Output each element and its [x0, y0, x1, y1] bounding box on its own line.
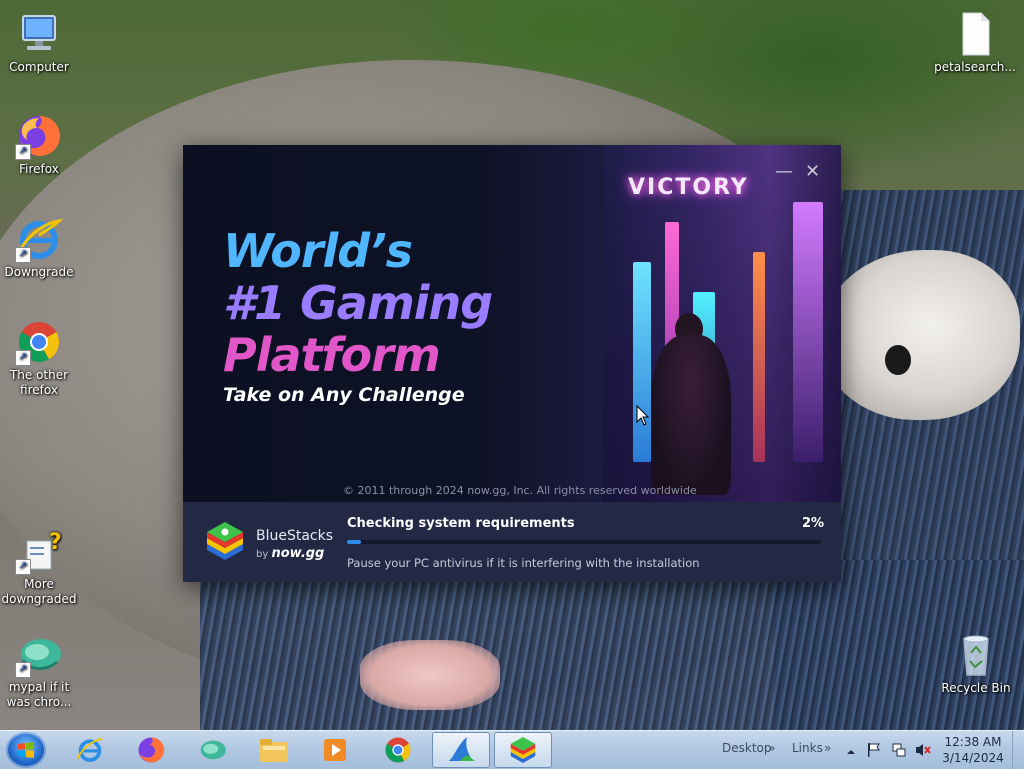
- headline: World’s #1 Gaming Platform: [223, 224, 493, 382]
- desktop-icon-label: Downgrade: [4, 265, 74, 279]
- taskbar-mypal[interactable]: [186, 732, 238, 768]
- desktop-icon-label: Computer: [9, 60, 69, 74]
- wallpaper-jeans-lower: [200, 560, 1024, 730]
- toolbar-desktop-chevron-icon[interactable]: »: [768, 741, 775, 755]
- desktop-icon-computer[interactable]: Computer: [0, 10, 78, 75]
- media-player-icon: [324, 739, 346, 761]
- toolbar-desktop[interactable]: Desktop: [722, 741, 772, 755]
- desktop-icon-the-other-firefox[interactable]: ↗ The other firefox: [0, 318, 78, 398]
- mypal-icon: [200, 740, 226, 760]
- file-icon: [951, 10, 999, 58]
- installer-hero-banner: VICTORY World’s #1 Gaming Platform Take …: [183, 145, 841, 502]
- taskbar-media-player[interactable]: [310, 732, 362, 768]
- chrome-icon: [385, 737, 411, 763]
- brand-name: BlueStacks: [256, 528, 334, 544]
- mypal-icon: ↗: [15, 630, 63, 678]
- taskbar-bluestacks[interactable]: [494, 732, 552, 768]
- shortcut-arrow-icon: ↗: [15, 559, 31, 575]
- desktop-icon-mypal[interactable]: ↗ mypal if it was chro...: [0, 630, 78, 710]
- brand-by: by: [256, 549, 269, 560]
- desktop-icon-label: Recycle Bin: [941, 681, 1011, 695]
- close-button[interactable]: ✕: [805, 163, 820, 181]
- show-hidden-icons-arrow-icon[interactable]: [845, 743, 861, 759]
- shortcut-arrow-icon: ↗: [15, 144, 31, 160]
- shortcut-arrow-icon: ↗: [15, 247, 31, 263]
- install-progress-fill: [347, 540, 362, 544]
- toolbar-links[interactable]: Links: [792, 741, 823, 755]
- desktop-icon-more-downgraded[interactable]: ? ↗ More downgraded: [0, 527, 78, 607]
- desktop-icon-recycle-bin[interactable]: Recycle Bin: [936, 631, 1016, 696]
- minimize-button[interactable]: —: [775, 163, 793, 181]
- svg-text:?: ?: [49, 530, 62, 555]
- taskbar-installer-shark[interactable]: [432, 732, 490, 768]
- desktop-icon-label: mypal if it was chro...: [6, 680, 72, 709]
- unknown-program-icon: ? ↗: [15, 527, 63, 575]
- system-clock[interactable]: 12:38 AM 3/14/2024: [938, 734, 1008, 766]
- wallpaper-rat-eye: [885, 345, 911, 375]
- clock-time: 12:38 AM: [944, 735, 1002, 749]
- chrome-icon: ↗: [15, 318, 63, 366]
- installer-footer: BlueStacks by now.gg Checking system req…: [183, 502, 841, 582]
- neon-tower: [753, 252, 765, 462]
- shortcut-arrow-icon: ↗: [15, 662, 31, 678]
- headline-line-2: #1 Gaming: [223, 276, 493, 330]
- network-icon[interactable]: [891, 742, 907, 758]
- shortcut-arrow-icon: ↗: [15, 350, 31, 366]
- install-progress-bar: [347, 540, 821, 544]
- file-explorer-icon: [260, 739, 288, 762]
- hero-figure-body: [651, 335, 731, 495]
- taskbar-file-explorer[interactable]: [248, 732, 300, 768]
- install-status-label: Checking system requirements: [347, 516, 575, 531]
- taskbar-chrome[interactable]: [372, 732, 424, 768]
- install-progress-percent: 2%: [802, 516, 825, 531]
- copyright-text: © 2011 through 2024 now.gg, Inc. All rig…: [343, 484, 697, 497]
- desktop-icon-downgrade[interactable]: ↗ Downgrade: [0, 215, 78, 280]
- internet-explorer-icon: ↗: [15, 215, 64, 263]
- headline-line-3: Platform: [223, 328, 441, 382]
- desktop-icon-label: The other firefox: [9, 368, 69, 397]
- action-center-flag-icon[interactable]: [866, 742, 882, 758]
- taskbar-firefox[interactable]: [125, 732, 177, 768]
- windows-logo-icon: [18, 742, 34, 758]
- desktop-icon-petalsearch[interactable]: petalsearch...: [934, 10, 1016, 75]
- taskbar-internet-explorer[interactable]: [64, 732, 116, 768]
- volume-muted-icon[interactable]: [915, 742, 931, 758]
- brand-byline: by now.gg: [256, 546, 324, 561]
- neon-tower: [793, 202, 823, 462]
- neon-tower: [633, 262, 651, 462]
- headline-line-1: World’s: [223, 224, 413, 278]
- desktop-icon-label: Firefox: [19, 162, 59, 176]
- victory-neon-sign: VICTORY: [628, 175, 749, 200]
- clock-date: 3/14/2024: [942, 751, 1004, 765]
- bluestacks-icon: [510, 737, 536, 763]
- bluestacks-installer-window[interactable]: VICTORY World’s #1 Gaming Platform Take …: [183, 145, 841, 582]
- firefox-icon: [138, 737, 165, 763]
- wallpaper-rat-head: [820, 250, 1020, 420]
- desktop-icon-firefox[interactable]: ↗ Firefox: [0, 112, 78, 177]
- taskbar: Desktop » Links » 12:38 AM 3/14/2024: [0, 730, 1024, 769]
- installer-shark-icon: [449, 737, 475, 761]
- bluestacks-logo-icon: [203, 522, 247, 560]
- start-button[interactable]: [6, 732, 46, 768]
- desktop-icon-label: More downgraded: [1, 577, 77, 606]
- computer-icon: [15, 10, 63, 58]
- install-hint-text: Pause your PC antivirus if it is interfe…: [347, 556, 700, 570]
- tagline: Take on Any Challenge: [223, 384, 465, 406]
- toolbar-links-chevron-icon[interactable]: »: [824, 741, 831, 755]
- brand-partner: now.gg: [271, 546, 325, 561]
- firefox-icon: ↗: [15, 112, 63, 160]
- show-desktop-button[interactable]: [1012, 731, 1024, 769]
- mouse-cursor-icon: [636, 404, 650, 431]
- internet-explorer-icon: [76, 737, 103, 762]
- desktop-icon-label: petalsearch...: [934, 60, 1016, 74]
- wallpaper-rat-paw: [360, 640, 500, 710]
- recycle-bin-icon: [952, 631, 1000, 679]
